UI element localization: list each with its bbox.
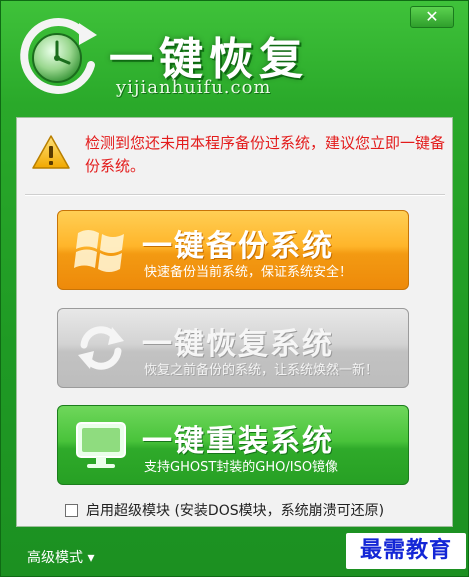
restore-button-title: 一键恢复系统 [142,327,334,362]
divider [25,194,445,196]
watermark-logo: 最需教育 [346,533,466,569]
reinstall-button-title: 一键重装系统 [142,424,334,459]
close-button[interactable]: ✕ [410,6,454,28]
app-window: ✕ 一键恢复 yijianhuifu.com 检测到您还未用本程序备份过系统，建… [0,0,469,577]
app-logo-icon [20,18,97,94]
super-mode-label: 启用超级模块 (安装DOS模块，系统崩溃可还原) [86,503,385,519]
app-subtitle: yijianhuifu.com [116,77,272,98]
windows-logo-icon [74,230,124,272]
backup-button-desc: 快速备份当前系统，保证系统安全！ [144,265,353,280]
warning-text: 检测到您还未用本程序备份过系统，建议您立即一键备份系统。 [85,134,446,175]
advanced-mode-dropdown[interactable]: 高级模式 ▾ [27,547,94,567]
backup-button-title: 一键备份系统 [142,229,334,264]
restore-arrows-icon [78,326,124,370]
super-mode-checkbox[interactable] [65,503,78,517]
monitor-icon [76,422,126,468]
restore-button-desc: 恢复之前备份的系统，让系统焕然一新！ [144,363,379,378]
main-panel: 检测到您还未用本程序备份过系统，建议您立即一键备份系统。 一键备份系统 快速备份… [16,117,453,527]
reinstall-button-desc: 支持GHOST封装的GHO/ISO镜像 [144,460,339,475]
super-mode-option[interactable]: 启用超级模块 (安装DOS模块，系统崩溃可还原) [65,500,384,520]
backup-system-button[interactable]: 一键备份系统 快速备份当前系统，保证系统安全！ [57,210,409,290]
warning-icon [32,135,70,169]
restore-system-button[interactable]: 一键恢复系统 恢复之前备份的系统，让系统焕然一新！ [57,308,409,388]
warning-banner: 检测到您还未用本程序备份过系统，建议您立即一键备份系统。 [31,130,445,180]
reinstall-system-button[interactable]: 一键重装系统 支持GHOST封装的GHO/ISO镜像 [57,405,409,485]
